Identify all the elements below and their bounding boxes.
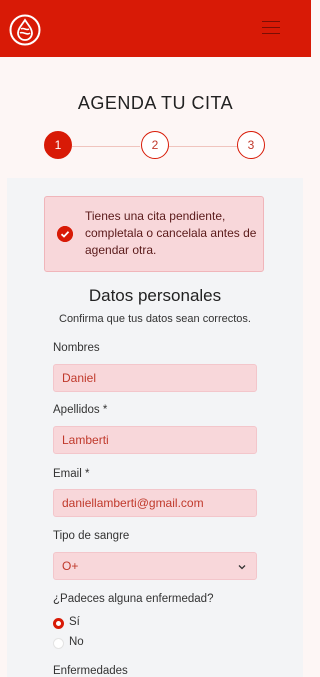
check-circle-icon xyxy=(57,226,73,242)
step-connector xyxy=(169,146,237,147)
radio-no-label: No xyxy=(69,636,84,648)
step-2[interactable]: 2 xyxy=(141,131,169,159)
alert-message: Tienes una cita pendiente, completala o … xyxy=(85,209,257,257)
enfermedad-question: ¿Padeces alguna enfermedad? xyxy=(53,593,214,605)
tipo-sangre-select[interactable]: O+ xyxy=(53,552,257,580)
radio-si-label: Sí xyxy=(69,616,80,628)
form-panel: Tienes una cita pendiente, completala o … xyxy=(7,178,303,677)
section-subtitle: Confirma que tus datos sean correctos. xyxy=(59,313,251,325)
radio-no[interactable] xyxy=(53,638,64,649)
blood-drop-logo-icon[interactable] xyxy=(9,14,41,46)
pending-appointment-alert: Tienes una cita pendiente, completala o … xyxy=(44,196,264,272)
step-1[interactable]: 1 xyxy=(44,131,72,159)
email-label: Email * xyxy=(53,468,90,480)
enfermedades-label: Enfermedades xyxy=(53,665,128,677)
radio-si[interactable] xyxy=(53,618,64,629)
step-connector xyxy=(72,146,140,147)
top-bar xyxy=(0,0,311,57)
page-title: AGENDA TU CITA xyxy=(77,93,234,113)
section-title: Datos personales xyxy=(88,286,222,305)
nombres-input[interactable]: Daniel xyxy=(53,364,257,392)
tipo-sangre-value: O+ xyxy=(62,559,79,573)
step-3[interactable]: 3 xyxy=(237,131,265,159)
apellidos-label: Apellidos * xyxy=(53,404,108,416)
email-input[interactable]: daniellamberti@gmail.com xyxy=(53,489,257,517)
step-indicator: 1 2 3 xyxy=(0,131,311,161)
tipo-sangre-label: Tipo de sangre xyxy=(53,530,130,542)
hamburger-menu-icon[interactable] xyxy=(262,20,280,36)
chevron-down-icon xyxy=(238,565,246,570)
nombres-label: Nombres xyxy=(53,342,100,354)
apellidos-input[interactable]: Lamberti xyxy=(53,426,257,454)
